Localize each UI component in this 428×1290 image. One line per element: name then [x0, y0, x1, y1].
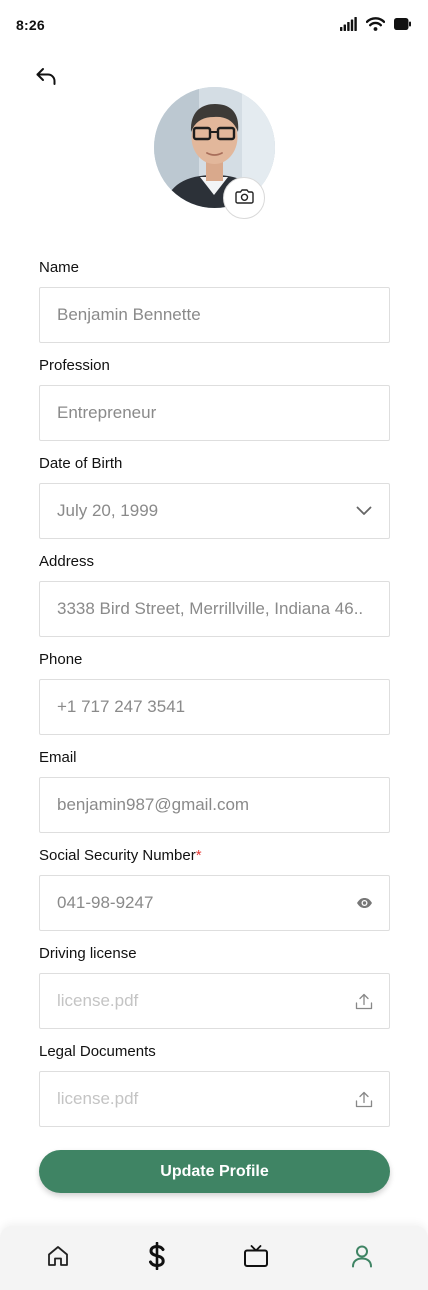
address-field-group: Address 3338 Bird Street, Merrillville, … — [39, 552, 390, 637]
nav-item-home[interactable] — [42, 1242, 74, 1274]
phone-label: Phone — [39, 651, 83, 668]
date-of-birth-label: Date of Birth — [39, 455, 123, 472]
email-field-group: Email — [39, 748, 390, 833]
driving-license-label: Driving license — [39, 945, 137, 962]
address-value[interactable]: 3338 Bird Street, Merrillville, Indiana … — [57, 582, 363, 636]
date-of-birth-select[interactable]: July 20, 1999 — [39, 483, 390, 539]
nav-item-tv[interactable] — [240, 1242, 272, 1274]
profession-input[interactable] — [57, 386, 367, 440]
required-mark: * — [195, 847, 202, 864]
phone-input[interactable] — [57, 680, 367, 734]
address-field[interactable]: 3338 Bird Street, Merrillville, Indiana … — [39, 581, 390, 637]
chevron-down-icon[interactable] — [355, 502, 373, 520]
phone-field[interactable] — [39, 679, 390, 735]
upload-icon[interactable] — [355, 1090, 373, 1108]
update-profile-button[interactable]: Update Profile — [39, 1150, 390, 1193]
email-field[interactable] — [39, 777, 390, 833]
driving-license-upload[interactable] — [39, 973, 390, 1029]
eye-icon[interactable] — [355, 894, 373, 912]
name-field-group: Name — [39, 258, 390, 343]
tv-icon — [243, 1244, 269, 1273]
legal-documents-label: Legal Documents — [39, 1043, 156, 1060]
ssn-field-group: Social Security Number* — [39, 846, 390, 931]
avatar-section — [154, 87, 275, 219]
bottom-nav — [0, 1226, 428, 1290]
status-icons — [340, 16, 411, 32]
name-field[interactable] — [39, 287, 390, 343]
ssn-label-text: Social Security Number — [39, 847, 196, 864]
nav-item-payments[interactable] — [141, 1241, 173, 1275]
email-label: Email — [39, 749, 77, 766]
email-input[interactable] — [57, 778, 367, 832]
profession-label: Profession — [39, 357, 110, 374]
cellular-signal-icon — [340, 17, 357, 31]
legal-documents-input[interactable] — [57, 1072, 347, 1126]
profile-icon — [351, 1244, 373, 1273]
phone-field-group: Phone — [39, 650, 390, 735]
profession-field[interactable] — [39, 385, 390, 441]
nav-item-profile[interactable] — [346, 1242, 378, 1274]
battery-icon — [394, 18, 411, 30]
status-bar: 8:26 — [0, 0, 428, 50]
driving-license-input[interactable] — [57, 974, 347, 1028]
status-time: 8:26 — [16, 17, 45, 33]
name-label: Name — [39, 259, 80, 276]
ssn-label: Social Security Number* — [39, 846, 390, 866]
back-arrow-icon — [35, 66, 57, 91]
name-input[interactable] — [57, 288, 367, 342]
change-photo-button[interactable] — [223, 177, 265, 219]
back-button[interactable] — [30, 62, 62, 94]
legal-documents-upload[interactable] — [39, 1071, 390, 1127]
home-icon — [46, 1244, 70, 1273]
address-label: Address — [39, 553, 95, 570]
ssn-input[interactable] — [57, 876, 347, 930]
camera-icon — [234, 188, 254, 209]
upload-icon[interactable] — [355, 992, 373, 1010]
date-of-birth-value: July 20, 1999 — [57, 501, 159, 520]
driving-license-field-group: Driving license — [39, 944, 390, 1029]
dollar-icon — [147, 1241, 167, 1275]
wifi-icon — [366, 17, 385, 31]
date-of-birth-field-group: Date of Birth July 20, 1999 — [39, 454, 390, 539]
profession-field-group: Profession — [39, 356, 390, 441]
ssn-field[interactable] — [39, 875, 390, 931]
legal-documents-field-group: Legal Documents — [39, 1042, 390, 1127]
